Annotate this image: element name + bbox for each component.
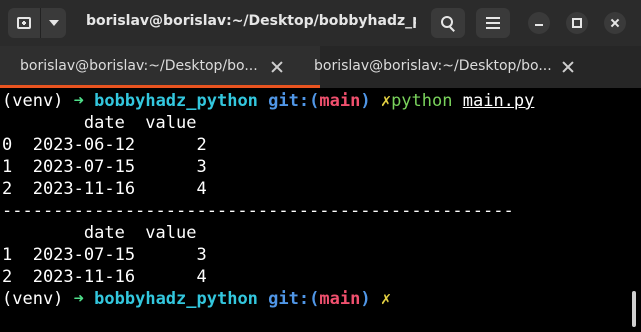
current-directory: bobbyhadz_python bbox=[94, 91, 258, 111]
dataframe-header: date value bbox=[2, 223, 197, 243]
maximize-button[interactable] bbox=[566, 12, 588, 34]
new-tab-button[interactable] bbox=[8, 8, 40, 38]
command-name: python bbox=[391, 91, 453, 111]
tab-terminal-1[interactable]: borislav@borislav:~/Desktop/bo... bbox=[0, 46, 320, 88]
scrollbar[interactable] bbox=[632, 291, 636, 327]
venv-label: (venv) bbox=[2, 91, 74, 111]
terminal-window: borislav@borislav:~/Desktop/bobbyhadz_py… bbox=[0, 0, 641, 332]
git-label-close: ) bbox=[360, 91, 371, 111]
separator-line: ----------------------------------------… bbox=[2, 201, 514, 221]
close-icon bbox=[610, 18, 620, 28]
dataframe-row: 2 2023-11-16 4 bbox=[2, 267, 207, 287]
dataframe-row: 1 2023-07-15 3 bbox=[2, 245, 207, 265]
title-bar: borislav@borislav:~/Desktop/bobbyhadz_py… bbox=[0, 0, 641, 46]
git-branch: main bbox=[319, 289, 361, 309]
git-label: git:( bbox=[268, 289, 320, 309]
search-button[interactable] bbox=[431, 8, 465, 38]
close-window-button[interactable] bbox=[604, 12, 626, 34]
prompt-arrow-icon: ➜ bbox=[73, 289, 84, 309]
chevron-down-icon bbox=[48, 20, 59, 26]
venv-label: (venv) bbox=[2, 289, 74, 309]
git-label-close: ) bbox=[360, 289, 371, 309]
dataframe-row: 2 2023-11-16 4 bbox=[2, 179, 207, 199]
new-tab-icon bbox=[17, 17, 31, 29]
tab-label: borislav@borislav:~/Desktop/bo... bbox=[314, 58, 552, 74]
maximize-icon bbox=[572, 18, 582, 28]
tab-bar: borislav@borislav:~/Desktop/bo... borisl… bbox=[0, 46, 641, 88]
hamburger-menu-icon bbox=[486, 17, 500, 19]
git-dirty-icon: ✗ bbox=[380, 289, 392, 309]
tab-close-icon[interactable] bbox=[560, 59, 576, 75]
minimize-button[interactable] bbox=[528, 12, 550, 34]
prompt-line: (venv) ➜ bobbyhadz_python git:(main) ✗py… bbox=[2, 90, 534, 112]
current-directory: bobbyhadz_python bbox=[94, 289, 258, 309]
git-branch: main bbox=[319, 91, 361, 111]
menu-button[interactable] bbox=[476, 8, 510, 38]
window-title: borislav@borislav:~/Desktop/bobbyhadz_py… bbox=[86, 13, 416, 29]
terminal-output[interactable]: (venv) ➜ bobbyhadz_python git:(main) ✗py… bbox=[0, 88, 641, 332]
tab-close-icon[interactable] bbox=[269, 59, 285, 75]
prompt-line: (venv) ➜ bobbyhadz_python git:(main) ✗ bbox=[2, 288, 391, 310]
tab-label: borislav@borislav:~/Desktop/bo... bbox=[20, 58, 258, 74]
tab-terminal-2[interactable]: borislav@borislav:~/Desktop/bo... bbox=[314, 46, 641, 88]
prompt-arrow-icon: ➜ bbox=[73, 91, 84, 111]
new-tab-button-group bbox=[8, 8, 66, 38]
dataframe-row: 1 2023-07-15 3 bbox=[2, 157, 207, 177]
dataframe-header: date value bbox=[2, 113, 197, 133]
search-icon bbox=[441, 16, 455, 32]
new-tab-dropdown-button[interactable] bbox=[41, 8, 66, 38]
git-dirty-icon: ✗ bbox=[380, 91, 392, 111]
minimize-icon bbox=[535, 24, 543, 26]
dataframe-row: 0 2023-06-12 2 bbox=[2, 135, 207, 155]
git-label: git:( bbox=[268, 91, 320, 111]
command-argument: main.py bbox=[462, 91, 535, 111]
